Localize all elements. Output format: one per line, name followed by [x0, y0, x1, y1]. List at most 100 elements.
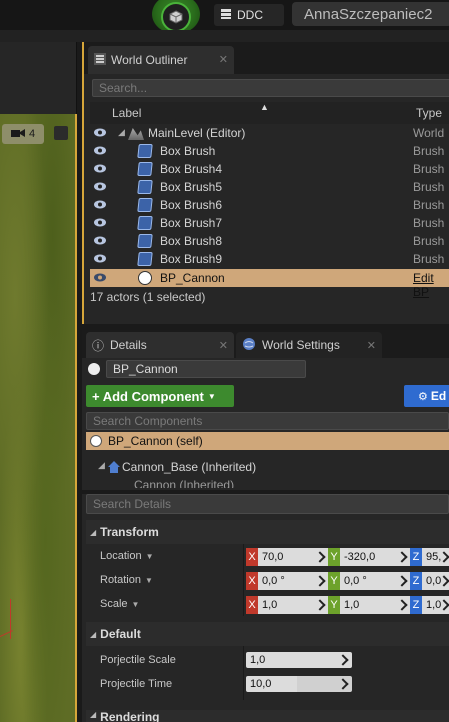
chevron-down-icon: ▼ [144, 576, 153, 585]
visibility-eye-icon[interactable] [94, 236, 106, 245]
close-icon[interactable]: ✕ [219, 53, 228, 66]
add-component-button[interactable]: + Add Component ▼ [86, 385, 234, 407]
tab-world-settings[interactable]: World Settings ✕ [236, 332, 382, 358]
info-icon: ⓘ [92, 338, 105, 353]
tab-label: World Outliner [111, 53, 188, 67]
tab-label: Details [110, 338, 147, 352]
brush-icon [137, 180, 153, 194]
search-details-input[interactable]: Search Details [86, 494, 449, 514]
camera-speed-value: 4 [28, 128, 36, 140]
column-divider [243, 544, 244, 616]
porjectile-scale-label: Porjectile Scale [100, 654, 176, 666]
camera-icon [10, 128, 25, 141]
brush-icon [137, 216, 153, 230]
visibility-eye-icon[interactable] [94, 200, 106, 209]
tab-details[interactable]: ⓘ Details ✕ [86, 332, 234, 358]
edit-blueprint-button[interactable]: ⚙ Ed [404, 385, 449, 407]
visibility-eye-icon[interactable] [94, 182, 106, 191]
row-type: Brush [413, 198, 445, 212]
outliner-row[interactable]: ◢ MainLevel (Editor) World [90, 124, 449, 142]
actor-sphere-icon [138, 271, 152, 285]
close-icon[interactable]: ✕ [219, 339, 228, 352]
brush-icon [137, 162, 153, 176]
rotation-label-text: Rotation [100, 574, 141, 586]
edit-blueprint-link[interactable]: Edit BP [413, 271, 449, 299]
z-axis-label: Z [410, 596, 422, 614]
rotation-x-input[interactable]: 0,0 ° [258, 572, 328, 590]
brush-icon [137, 144, 153, 158]
location-x-input[interactable]: 70,0 [258, 548, 328, 566]
y-axis-label: Y [328, 572, 340, 590]
component-row[interactable]: ◢ Cannon_Base (Inherited) [86, 458, 449, 476]
component-row-self[interactable]: BP_Cannon (self) [86, 432, 449, 450]
visibility-eye-icon[interactable] [94, 254, 106, 263]
close-icon[interactable]: ✕ [367, 339, 376, 352]
porjectile-scale-input[interactable]: 1,0 [246, 652, 352, 668]
top-toolbar: DDC AnnaSzczepaniec2 [0, 0, 449, 34]
visibility-eye-icon[interactable] [94, 128, 106, 137]
column-type-header[interactable]: Type [416, 106, 442, 120]
outliner-row[interactable]: Box Brush5 Brush [90, 178, 449, 196]
row-type: World [413, 126, 445, 140]
y-axis-label: Y [328, 548, 340, 566]
rendering-section-header[interactable]: ◢ Rendering [86, 710, 449, 722]
collapse-arrow-icon[interactable]: ◢ [98, 460, 105, 471]
brush-icon [137, 252, 153, 266]
server-icon [220, 8, 232, 23]
add-component-label: + Add Component [92, 388, 204, 404]
level-viewport[interactable]: 4 [0, 114, 77, 722]
edit-label: Ed [430, 389, 447, 403]
row-name: Box Brush4 [160, 162, 223, 176]
rotation-y-input[interactable]: 0,0 ° [340, 572, 410, 590]
outliner-row[interactable]: Box Brush Brush [90, 142, 449, 160]
projectile-time-label: Projectile Time [100, 678, 173, 690]
chevron-down-icon: ▼ [207, 391, 216, 401]
visibility-eye-icon[interactable] [94, 273, 106, 282]
camera-speed-button[interactable]: 4 [2, 124, 44, 144]
scale-y-input[interactable]: 1,0 [340, 596, 410, 614]
scale-label[interactable]: Scale ▼ [100, 598, 139, 610]
rotation-label[interactable]: Rotation ▼ [100, 574, 153, 586]
user-account-button[interactable]: AnnaSzczepaniec2 [292, 2, 449, 26]
chevron-down-icon: ▼ [145, 552, 154, 561]
outliner-row[interactable]: Box Brush8 Brush [90, 232, 449, 250]
projectile-time-input[interactable]: 10,0 [246, 676, 352, 692]
location-y-input[interactable]: -320,0 [340, 548, 410, 566]
scale-z-input[interactable]: 1,0 [422, 596, 449, 614]
search-components-input[interactable]: Search Components [86, 412, 449, 430]
globe-icon [242, 337, 256, 354]
details-panel: ⓘ Details ✕ World Settings ✕ BP_Cannon +… [82, 330, 449, 722]
maximize-viewport-icon[interactable] [54, 126, 68, 140]
location-z-input[interactable]: 95, [422, 548, 449, 566]
rotation-z-input[interactable]: 0,0 [422, 572, 449, 590]
column-divider [243, 646, 244, 700]
transform-section-header[interactable]: ◢ Transform [86, 520, 449, 544]
outliner-row[interactable]: Box Brush9 Brush [90, 250, 449, 268]
outliner-row[interactable]: Box Brush6 Brush [90, 196, 449, 214]
tab-world-outliner[interactable]: World Outliner ✕ [88, 46, 234, 74]
ddc-button[interactable]: DDC [214, 4, 284, 26]
location-label[interactable]: Location ▼ [100, 550, 154, 562]
z-axis-label: Z [410, 572, 422, 590]
column-label-header[interactable]: Label [112, 106, 141, 120]
scale-x-input[interactable]: 1,0 [258, 596, 328, 614]
toolbar-separator [0, 30, 449, 42]
outliner-row-selected[interactable]: BP_Cannon Edit BP [90, 269, 449, 299]
source-control-button[interactable] [152, 0, 200, 34]
world-icon [128, 128, 144, 140]
collapse-arrow-icon: ◢ [90, 527, 97, 537]
brush-icon [137, 234, 153, 248]
outliner-row[interactable]: Box Brush7 Brush [90, 214, 449, 232]
actor-name-input[interactable]: BP_Cannon [106, 360, 306, 378]
row-name: Box Brush8 [160, 234, 223, 248]
default-section-header[interactable]: ◢ Default [86, 622, 449, 646]
visibility-eye-icon[interactable] [94, 218, 106, 227]
outliner-row[interactable]: Box Brush4 Brush [90, 160, 449, 178]
visibility-eye-icon[interactable] [94, 164, 106, 173]
gizmo-axis-line [10, 599, 13, 639]
collapse-arrow-icon[interactable]: ◢ [118, 127, 125, 138]
outliner-search-input[interactable]: Search... [92, 79, 449, 97]
component-row-partial[interactable]: Cannon (Inherited) [86, 478, 449, 488]
outliner-column-header: Label ▲ Type [90, 102, 449, 124]
visibility-eye-icon[interactable] [94, 146, 106, 155]
